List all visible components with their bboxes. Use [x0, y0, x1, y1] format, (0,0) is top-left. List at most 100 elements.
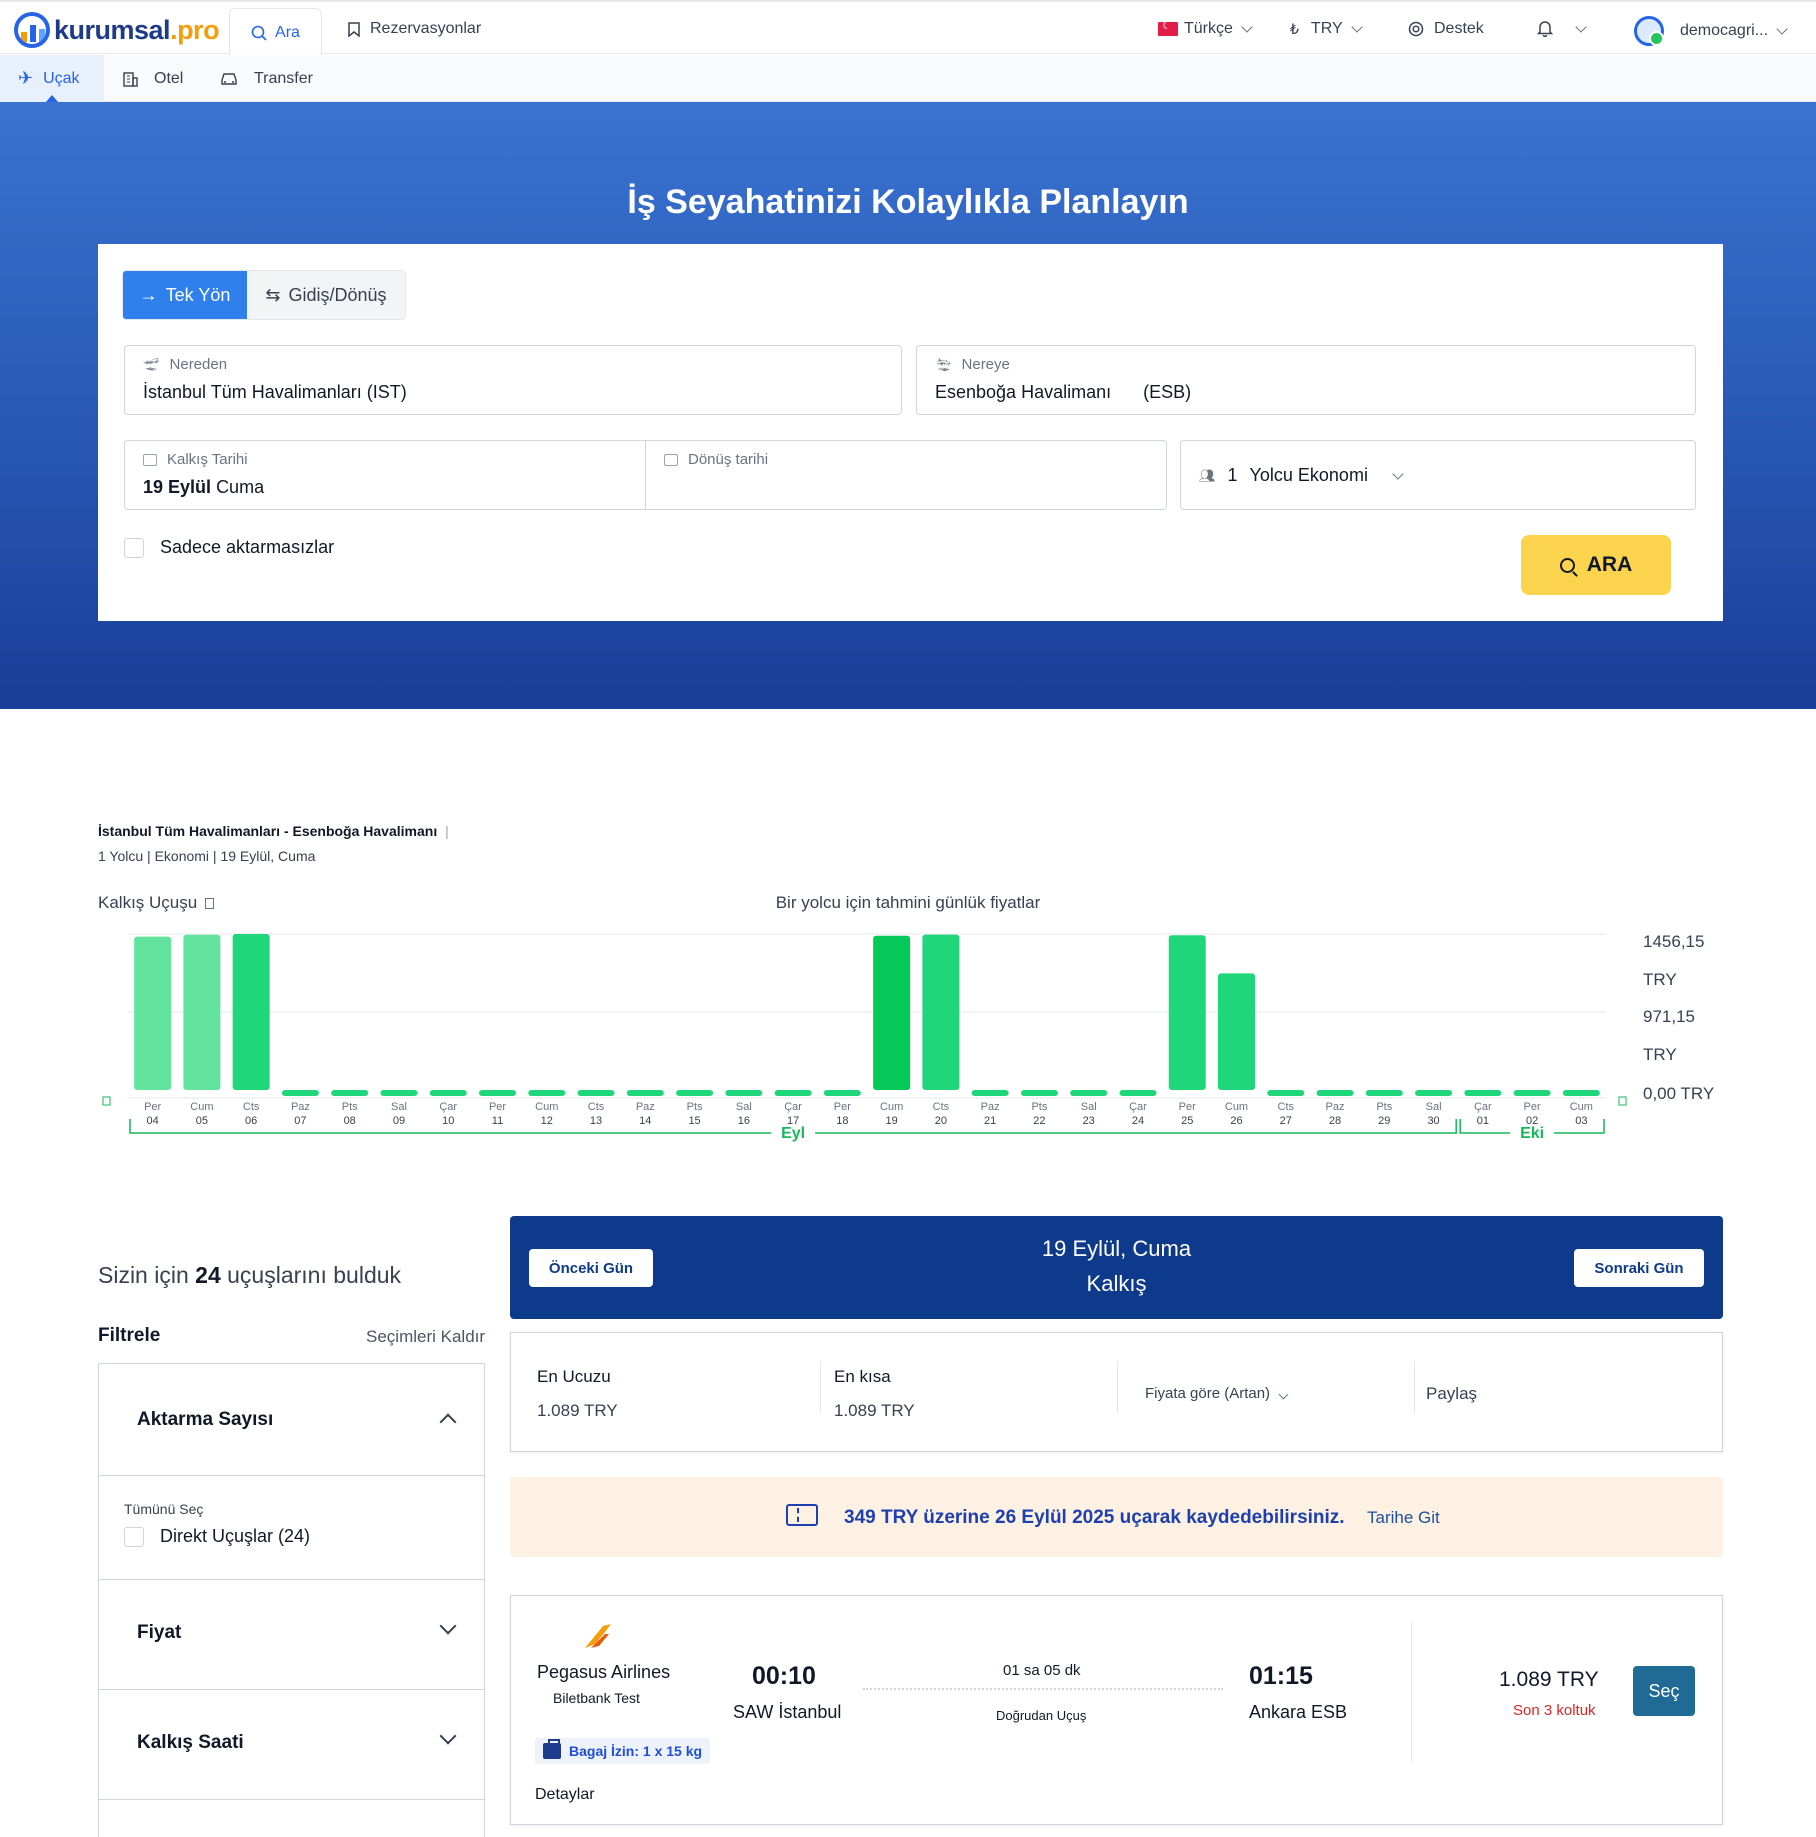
- brand-logo[interactable]: kurumsal.pro: [14, 12, 220, 48]
- support-link[interactable]: Destek: [1408, 20, 1484, 38]
- bar-day-name: Cts: [588, 1101, 605, 1113]
- currency-label: TRY: [1310, 20, 1343, 37]
- bar-day-name: Çar: [784, 1101, 802, 1113]
- bar-day-number: 09: [393, 1115, 405, 1127]
- price-bar: [1020, 1090, 1058, 1096]
- filter-departure-time-header[interactable]: Kalkış Saati: [99, 1690, 484, 1800]
- landing-icon: 🛬︎: [935, 356, 952, 372]
- sort-label: Fiyata göre (Artan): [1145, 1385, 1271, 1402]
- origin-label: Nereden: [169, 356, 228, 373]
- filter-title: Filtrele: [98, 1325, 161, 1346]
- language-selector[interactable]: Türkçe: [1158, 19, 1253, 38]
- round-trip-button[interactable]: ⇆ Gidiş/Dönüş: [247, 271, 405, 319]
- month-label: Eki: [1520, 1125, 1544, 1142]
- bar-day-name: Per: [489, 1101, 506, 1113]
- chevron-down-icon: [1575, 20, 1587, 33]
- origin-field[interactable]: 🛫︎ Nereden İstanbul Tüm Havalimanları (IS…: [124, 345, 902, 415]
- departure-airport: SAW İstanbul: [733, 1702, 842, 1722]
- tab-transfer[interactable]: Transfer: [202, 55, 331, 102]
- currency-selector[interactable]: ₺ TRY: [1290, 20, 1363, 38]
- chevron-down-icon: [1392, 467, 1404, 480]
- chevron-down-icon: [439, 1727, 457, 1745]
- price-bar: [873, 935, 911, 1090]
- divider: [1411, 1622, 1412, 1762]
- select-all-link[interactable]: Tümünü Seç: [124, 1501, 203, 1517]
- search-button[interactable]: ARA: [1521, 535, 1671, 595]
- select-flight-button[interactable]: Seç: [1633, 1666, 1695, 1716]
- bar-day-name: Pts: [342, 1101, 358, 1113]
- bar-day-number: 22: [1033, 1115, 1045, 1127]
- price-bar: [134, 936, 172, 1090]
- price-bar: [725, 1090, 763, 1096]
- price-bar: [380, 1090, 418, 1096]
- notifications-button[interactable]: [1537, 20, 1587, 37]
- baggage-label: Bagaj İzin: 1 x 15 kg: [569, 1743, 703, 1759]
- chevron-down-icon: [1278, 1389, 1289, 1400]
- tab-transfer-label: Transfer: [254, 69, 313, 87]
- tab-search[interactable]: Ara: [229, 8, 322, 56]
- promo-text: 349 TRY üzerine 26 Eylül 2025 uçarak kay…: [844, 1507, 1345, 1528]
- bar-day-number: 19: [886, 1115, 898, 1127]
- sort-dropdown[interactable]: Fiyata göre (Artan): [1145, 1385, 1289, 1402]
- direct-only-checkbox[interactable]: [124, 537, 144, 558]
- bar-day-name: Sal: [736, 1101, 752, 1113]
- bar-day-number: 16: [738, 1115, 750, 1127]
- y-axis-tick-label: 971,15: [1643, 1007, 1695, 1026]
- sort-cheapest[interactable]: En Ucuzu 1.089 TRY: [537, 1367, 618, 1421]
- seats-left: Son 3 koltuk: [1513, 1702, 1596, 1719]
- passenger-class-selector[interactable]: 👥︎ 1 Yolcu Ekonomi: [1180, 440, 1696, 510]
- filter-transfers-title: Aktarma Sayısı: [137, 1409, 274, 1430]
- luggage-icon: [543, 1739, 561, 1759]
- bar-day-name: Cum: [535, 1101, 558, 1113]
- flight-result-card: Pegasus Airlines Biletbank Test Bagaj İz…: [510, 1595, 1723, 1825]
- one-way-button[interactable]: → Tek Yön: [123, 271, 247, 319]
- tab-hotel[interactable]: Otel: [104, 55, 201, 102]
- bar-day-name: Çar: [439, 1101, 457, 1113]
- calendar-icon: [143, 453, 157, 466]
- price-bar: [281, 1090, 319, 1096]
- route-title: İstanbul Tüm Havalimanları - Esenboğa Ha…: [98, 823, 449, 839]
- search-icon: [1559, 557, 1575, 573]
- price-bar: [626, 1090, 664, 1096]
- tab-reservations[interactable]: Rezervasyonlar: [348, 20, 481, 38]
- support-label: Destek: [1434, 20, 1484, 37]
- building-icon: [123, 71, 138, 87]
- clear-filters-link[interactable]: Seçimleri Kaldır: [366, 1327, 485, 1347]
- passenger-class-label: Yolcu Ekonomi: [1249, 465, 1368, 485]
- go-to-date-link[interactable]: Tarihe Git: [1367, 1508, 1440, 1528]
- chevron-down-icon: [1241, 21, 1253, 33]
- details-link[interactable]: Detaylar: [535, 1786, 595, 1804]
- filter-transfers-header[interactable]: Aktarma Sayısı: [99, 1364, 484, 1476]
- filter-panel: Aktarma Sayısı Tümünü Seç Direkt Uçuşlar…: [98, 1363, 485, 1837]
- month-label: Eyl: [781, 1125, 805, 1142]
- filter-price-header[interactable]: Fiyat: [99, 1580, 484, 1690]
- tab-flight[interactable]: ✈ Uçak: [0, 55, 104, 102]
- hero-title: İş Seyahatinizi Kolaylıkla Planlayın: [627, 183, 1189, 221]
- return-date-field[interactable]: Dönüş tarihi: [646, 441, 1166, 509]
- departure-date-label: Kalkış Tarihi: [167, 451, 248, 468]
- next-day-button[interactable]: Sonraki Gün: [1574, 1249, 1704, 1287]
- price-bar: [1562, 1090, 1600, 1096]
- departure-date-field[interactable]: Kalkış Tarihi 19 Eylül Cuma: [125, 441, 646, 509]
- bar-day-number: 07: [294, 1115, 306, 1127]
- user-menu[interactable]: democagri...: [1634, 16, 1788, 46]
- share-button[interactable]: Paylaş: [1426, 1384, 1477, 1404]
- destination-field[interactable]: 🛬︎ Nereye Esenboğa Havalimanı (ESB): [916, 345, 1696, 415]
- flight-direction: Kalkış: [1086, 1271, 1147, 1296]
- bell-icon: [1537, 21, 1553, 37]
- departure-date-value: 19 Eylül Cuma: [143, 477, 265, 497]
- turkey-flag-icon: [1158, 19, 1178, 36]
- bar-day-name: Cum: [1570, 1101, 1593, 1113]
- bar-day-name: Cts: [243, 1101, 260, 1113]
- departure-time: 00:10: [752, 1662, 816, 1690]
- bar-day-number: 15: [688, 1115, 700, 1127]
- flight-search-form: → Tek Yön ⇆ Gidiş/Dönüş 🛫︎ Nereden İstanb…: [98, 244, 1723, 621]
- tab-hotel-label: Otel: [154, 69, 184, 87]
- round-trip-label: Gidiş/Dönüş: [288, 284, 387, 305]
- price-bar: [429, 1090, 467, 1096]
- bar-day-number: 11: [492, 1115, 503, 1127]
- destination-label: Nereye: [961, 356, 1010, 373]
- price-bar: [676, 1090, 714, 1096]
- sort-shortest[interactable]: En kısa 1.089 TRY: [834, 1367, 915, 1421]
- direct-flights-checkbox[interactable]: [124, 1526, 144, 1547]
